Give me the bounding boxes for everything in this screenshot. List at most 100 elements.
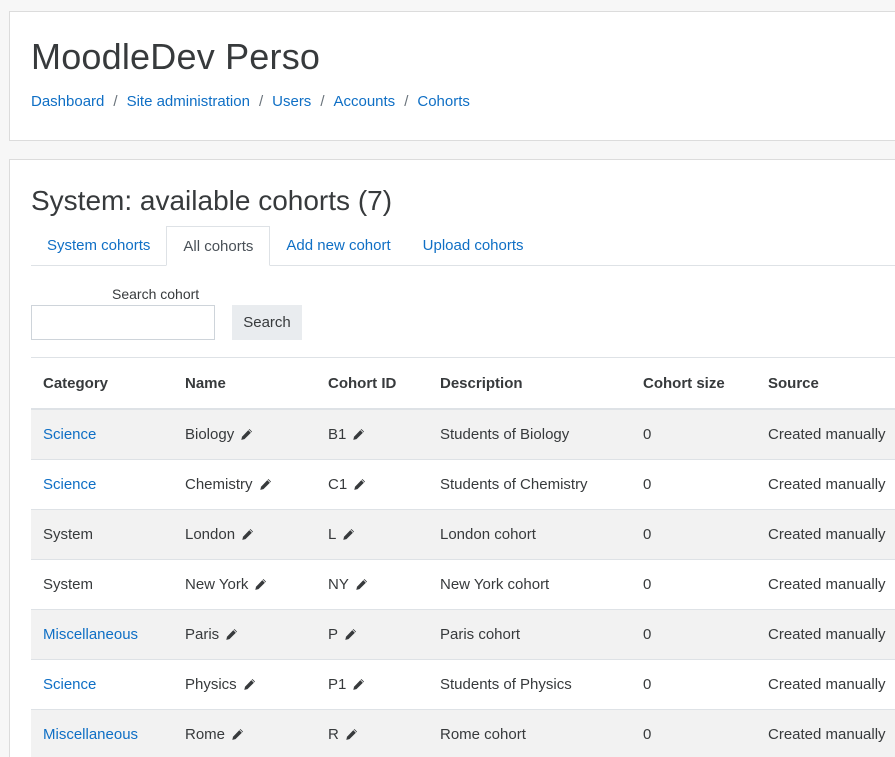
cell-category: Miscellaneous — [31, 609, 184, 660]
pencil-icon[interactable] — [243, 678, 256, 691]
cell-name: Chemistry — [184, 459, 327, 510]
table-row: System New York NY New York cohort 0 Created … — [31, 559, 895, 610]
breadcrumb-separator: / — [404, 93, 409, 110]
category-text: System — [43, 526, 94, 543]
cell-source: Created manually — [767, 709, 895, 757]
cell-name: London — [184, 509, 327, 560]
cell-description: Students of Chemistry — [439, 459, 642, 510]
column-header-cohort-size: Cohort size — [642, 357, 767, 410]
breadcrumb-separator: / — [113, 93, 118, 110]
cell-cohort-size: 0 — [642, 659, 767, 710]
cohort-id: P1 — [328, 676, 347, 693]
pencil-icon[interactable] — [254, 578, 267, 591]
cell-name: Physics — [184, 659, 327, 710]
cohort-name: Rome — [185, 726, 226, 743]
site-title: MoodleDev Perso — [31, 36, 321, 77]
pencil-icon[interactable] — [355, 578, 368, 591]
tab-bar: System cohorts All cohorts Add new cohor… — [31, 226, 895, 266]
category-link[interactable]: Science — [43, 476, 96, 493]
table-row: Miscellaneous Rome R Rome cohort 0 Created ma… — [31, 709, 895, 757]
cell-category: Science — [31, 408, 184, 460]
cell-description: Paris cohort — [439, 609, 642, 660]
pencil-icon[interactable] — [241, 528, 254, 541]
cell-source: Created manually — [767, 509, 895, 560]
cohort-name: London — [185, 526, 236, 543]
cell-cohort-size: 0 — [642, 709, 767, 757]
column-header-description: Description — [439, 357, 642, 410]
table-header-row: Category Name Cohort ID Description Coho… — [31, 357, 895, 410]
cell-source: Created manually — [767, 559, 895, 610]
breadcrumb-site-administration[interactable]: Site administration — [127, 93, 250, 110]
breadcrumb-separator: / — [320, 93, 325, 110]
cell-name: Rome — [184, 709, 327, 757]
table-row: System London L London cohort 0 Created manua… — [31, 509, 895, 560]
category-link[interactable]: Science — [43, 426, 96, 443]
cohort-name: Chemistry — [185, 476, 253, 493]
pencil-icon[interactable] — [352, 428, 365, 441]
category-text: System — [43, 576, 94, 593]
cell-description: Students of Biology — [439, 408, 642, 460]
pencil-icon[interactable] — [345, 728, 358, 741]
breadcrumb-separator: / — [258, 93, 264, 110]
page-title: System: available cohorts (7) — [31, 185, 393, 216]
cell-cohort-size: 0 — [642, 559, 767, 610]
tab-all-cohorts[interactable]: All cohorts — [166, 226, 271, 266]
cell-cohort-size: 0 — [642, 408, 767, 460]
pencil-icon[interactable] — [240, 428, 253, 441]
column-header-source: Source — [767, 357, 895, 410]
cell-description: London cohort — [439, 509, 642, 560]
cell-cohort-id: NY — [327, 559, 439, 610]
cell-cohort-id: P1 — [327, 659, 439, 710]
cell-cohort-id: R — [327, 709, 439, 757]
cell-cohort-size: 0 — [642, 609, 767, 660]
cohort-name: New York — [185, 576, 249, 593]
pencil-icon[interactable] — [342, 528, 355, 541]
search-button[interactable]: Search — [232, 305, 302, 340]
search-input[interactable] — [31, 305, 215, 340]
category-link[interactable]: Miscellaneous — [43, 626, 138, 643]
column-header-category: Category — [31, 357, 184, 410]
tab-system-cohorts[interactable]: System cohorts — [31, 226, 166, 265]
main-region: System: available cohorts (7) System coh… — [9, 159, 895, 757]
column-header-cohort-id: Cohort ID — [327, 357, 439, 410]
cell-name: Paris — [184, 609, 327, 660]
breadcrumb-dashboard[interactable]: Dashboard — [31, 93, 104, 110]
breadcrumb-cohorts[interactable]: Cohorts — [417, 93, 470, 110]
cohort-id: R — [328, 726, 339, 743]
cell-description: New York cohort — [439, 559, 642, 610]
cohort-id: B1 — [328, 426, 347, 443]
pencil-icon[interactable] — [353, 478, 366, 491]
pencil-icon[interactable] — [352, 678, 365, 691]
pencil-icon[interactable] — [225, 628, 238, 641]
cohort-name: Physics — [185, 676, 237, 693]
breadcrumb: Dashboard / Site administration / Users … — [31, 93, 470, 110]
tab-add-new-cohort[interactable]: Add new cohort — [270, 226, 406, 265]
cohort-name: Biology — [185, 426, 235, 443]
category-link[interactable]: Science — [43, 676, 96, 693]
pencil-icon[interactable] — [231, 728, 244, 741]
cell-source: Created manually — [767, 609, 895, 660]
cell-category: System — [31, 559, 184, 610]
cell-name: Biology — [184, 408, 327, 460]
table-row: Science Biology B1 Students of Biology 0 Crea… — [31, 408, 895, 460]
breadcrumb-users[interactable]: Users — [272, 93, 311, 110]
column-header-name: Name — [184, 357, 327, 410]
table-row: Science Chemistry C1 Students of Chemistry 0… — [31, 459, 895, 510]
cell-category: Science — [31, 659, 184, 710]
cell-source: Created manually — [767, 659, 895, 710]
cohort-id: C1 — [328, 476, 348, 493]
tab-upload-cohorts[interactable]: Upload cohorts — [407, 226, 540, 265]
cell-name: New York — [184, 559, 327, 610]
cell-cohort-size: 0 — [642, 509, 767, 560]
cell-cohort-id: C1 — [327, 459, 439, 510]
table-body: Science Biology B1 Students of Biology 0 Crea… — [31, 408, 895, 757]
pencil-icon[interactable] — [259, 478, 272, 491]
pencil-icon[interactable] — [344, 628, 357, 641]
cohort-name: Paris — [185, 626, 220, 643]
cell-description: Rome cohort — [439, 709, 642, 757]
table-row: Science Physics P1 Students of Physics 0 Crea… — [31, 659, 895, 710]
breadcrumb-accounts[interactable]: Accounts — [333, 93, 395, 110]
cohorts-table: Category Name Cohort ID Description Coho… — [31, 357, 895, 757]
cell-category: System — [31, 509, 184, 560]
category-link[interactable]: Miscellaneous — [43, 726, 138, 743]
